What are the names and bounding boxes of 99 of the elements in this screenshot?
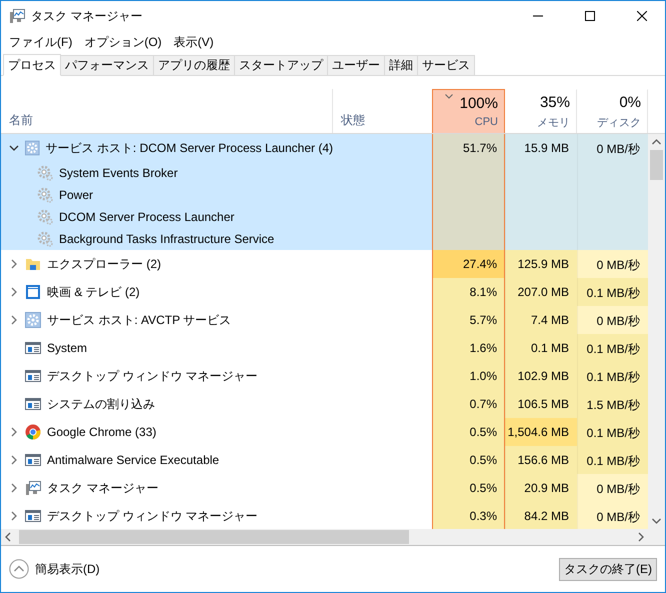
window-icon bbox=[25, 452, 41, 468]
process-name: デスクトップ ウィンドウ マネージャー bbox=[47, 368, 258, 384]
chevron-right-icon[interactable] bbox=[9, 511, 19, 521]
scroll-thumb[interactable] bbox=[19, 530, 409, 544]
tab[interactable]: パフォーマンス bbox=[60, 55, 154, 75]
memory-cell: 106.5 MB bbox=[505, 390, 577, 418]
chevron-right-icon[interactable] bbox=[9, 427, 19, 437]
memory-cell: 0.1 MB bbox=[505, 334, 577, 362]
disk-cell: 0.1 MB/秒 bbox=[577, 362, 648, 390]
cpu-cell: 51.7% bbox=[432, 134, 505, 250]
chevron-right-icon[interactable] bbox=[9, 259, 19, 269]
menu-item[interactable]: ファイル(F) bbox=[3, 34, 78, 50]
cpu-cell: 5.7% bbox=[432, 306, 505, 334]
disk-cell: 0.1 MB/秒 bbox=[577, 278, 648, 306]
memory-cell: 15.9 MB bbox=[505, 134, 577, 250]
memory-cell: 125.9 MB bbox=[505, 250, 577, 278]
service-name: Power bbox=[59, 188, 94, 202]
end-task-button[interactable]: タスクの終了(E) bbox=[559, 558, 657, 580]
tab[interactable]: サービス bbox=[417, 55, 475, 75]
cpu-cell: 1.6% bbox=[432, 334, 505, 362]
memory-cell: 207.0 MB bbox=[505, 278, 577, 306]
monitor-icon bbox=[9, 8, 25, 24]
window-title: タスク マネージャー bbox=[31, 8, 144, 24]
disk-cell: 0.1 MB/秒 bbox=[577, 334, 648, 362]
chevron-down-icon[interactable] bbox=[9, 143, 19, 153]
disk-cell: 0 MB/秒 bbox=[577, 134, 648, 250]
process-row[interactable]: サービス ホスト: DCOM Server Process Launcher (4) System Events Broker Power DCOM Server Process Launcher Background Tasks Infrastructure Service 51.7% 15.9 MB 0 MB/秒 bbox=[1, 134, 648, 250]
service-name: Background Tasks Infrastructure Service bbox=[59, 232, 274, 246]
process-name: システムの割り込み bbox=[47, 396, 155, 412]
close-icon bbox=[637, 11, 647, 21]
chevron-right-icon[interactable] bbox=[9, 315, 19, 325]
disk-cell: 0 MB/秒 bbox=[577, 474, 648, 502]
column-header[interactable]: 名前 bbox=[1, 89, 333, 133]
cpu-cell: 0.5% bbox=[432, 474, 505, 502]
gear-icon bbox=[25, 140, 40, 156]
scroll-down-icon[interactable] bbox=[652, 518, 661, 524]
gear-icon bbox=[37, 165, 53, 181]
film-icon bbox=[25, 284, 41, 300]
chevron-right-icon[interactable] bbox=[9, 455, 19, 465]
fewer-details-button[interactable]: 簡易表示(D) bbox=[9, 559, 100, 579]
browser-icon bbox=[25, 424, 41, 440]
memory-cell: 1,504.6 MB bbox=[505, 418, 577, 446]
disk-cell: 0 MB/秒 bbox=[577, 306, 648, 334]
gear-icon bbox=[37, 209, 53, 225]
cpu-cell: 0.7% bbox=[432, 390, 505, 418]
tab[interactable]: 詳細 bbox=[384, 55, 418, 75]
vertical-scrollbar[interactable] bbox=[648, 134, 665, 529]
memory-cell: 20.9 MB bbox=[505, 474, 577, 502]
memory-cell: 84.2 MB bbox=[505, 502, 577, 529]
window-icon bbox=[25, 368, 41, 384]
cpu-cell: 0.3% bbox=[432, 502, 505, 529]
tab[interactable]: プロセス bbox=[3, 54, 61, 76]
cpu-cell: 8.1% bbox=[432, 278, 505, 306]
scroll-up-icon[interactable] bbox=[652, 139, 661, 145]
service-name: DCOM Server Process Launcher bbox=[59, 210, 234, 224]
sort-caret-icon bbox=[445, 94, 453, 99]
process-name: 映画 & テレビ (2) bbox=[47, 284, 140, 300]
process-name: System bbox=[47, 341, 88, 355]
gear-icon bbox=[25, 312, 41, 328]
service-name: System Events Broker bbox=[59, 166, 178, 180]
chevron-right-icon[interactable] bbox=[9, 287, 19, 297]
disk-cell: 0 MB/秒 bbox=[577, 502, 648, 529]
disk-cell: 0.1 MB/秒 bbox=[577, 418, 648, 446]
tab[interactable]: ユーザー bbox=[327, 55, 385, 75]
window-icon bbox=[25, 508, 41, 524]
monitor-icon bbox=[25, 480, 41, 496]
process-name: デスクトップ ウィンドウ マネージャー bbox=[47, 508, 258, 524]
chevron-right-icon[interactable] bbox=[9, 483, 19, 493]
column-header[interactable]: 状態 bbox=[333, 112, 432, 133]
horizontal-scrollbar[interactable] bbox=[1, 529, 665, 546]
disk-cell: 0 MB/秒 bbox=[577, 250, 648, 278]
window-icon bbox=[25, 396, 41, 412]
scroll-thumb[interactable] bbox=[650, 150, 663, 180]
disk-cell: 0.1 MB/秒 bbox=[577, 446, 648, 474]
column-header[interactable]: 100% CPU bbox=[432, 89, 505, 133]
cpu-cell: 1.0% bbox=[432, 362, 505, 390]
process-name: Google Chrome (33) bbox=[47, 425, 156, 439]
menu-item[interactable]: 表示(V) bbox=[168, 34, 220, 50]
process-name: エクスプローラー (2) bbox=[47, 256, 161, 272]
cpu-cell: 27.4% bbox=[432, 250, 505, 278]
folder-icon bbox=[25, 256, 41, 272]
collapse-circle-icon bbox=[9, 559, 29, 579]
process-name: サービス ホスト: AVCTP サービス bbox=[47, 312, 232, 328]
disk-cell: 1.5 MB/秒 bbox=[577, 390, 648, 418]
window-icon bbox=[25, 340, 41, 356]
process-name: サービス ホスト: DCOM Server Process Launcher (4) bbox=[46, 140, 333, 156]
memory-cell: 156.6 MB bbox=[505, 446, 577, 474]
cpu-cell: 0.5% bbox=[432, 418, 505, 446]
memory-cell: 7.4 MB bbox=[505, 306, 577, 334]
tab[interactable]: アプリの履歴 bbox=[153, 55, 235, 75]
gear-icon bbox=[37, 187, 53, 203]
process-name: タスク マネージャー bbox=[47, 480, 158, 496]
menu-item[interactable]: オプション(O) bbox=[78, 34, 168, 50]
memory-cell: 102.9 MB bbox=[505, 362, 577, 390]
tab[interactable]: スタートアップ bbox=[234, 55, 328, 75]
cpu-cell: 0.5% bbox=[432, 446, 505, 474]
maximize-icon bbox=[585, 11, 595, 21]
process-name: Antimalware Service Executable bbox=[47, 453, 220, 467]
gear-icon bbox=[37, 231, 53, 247]
